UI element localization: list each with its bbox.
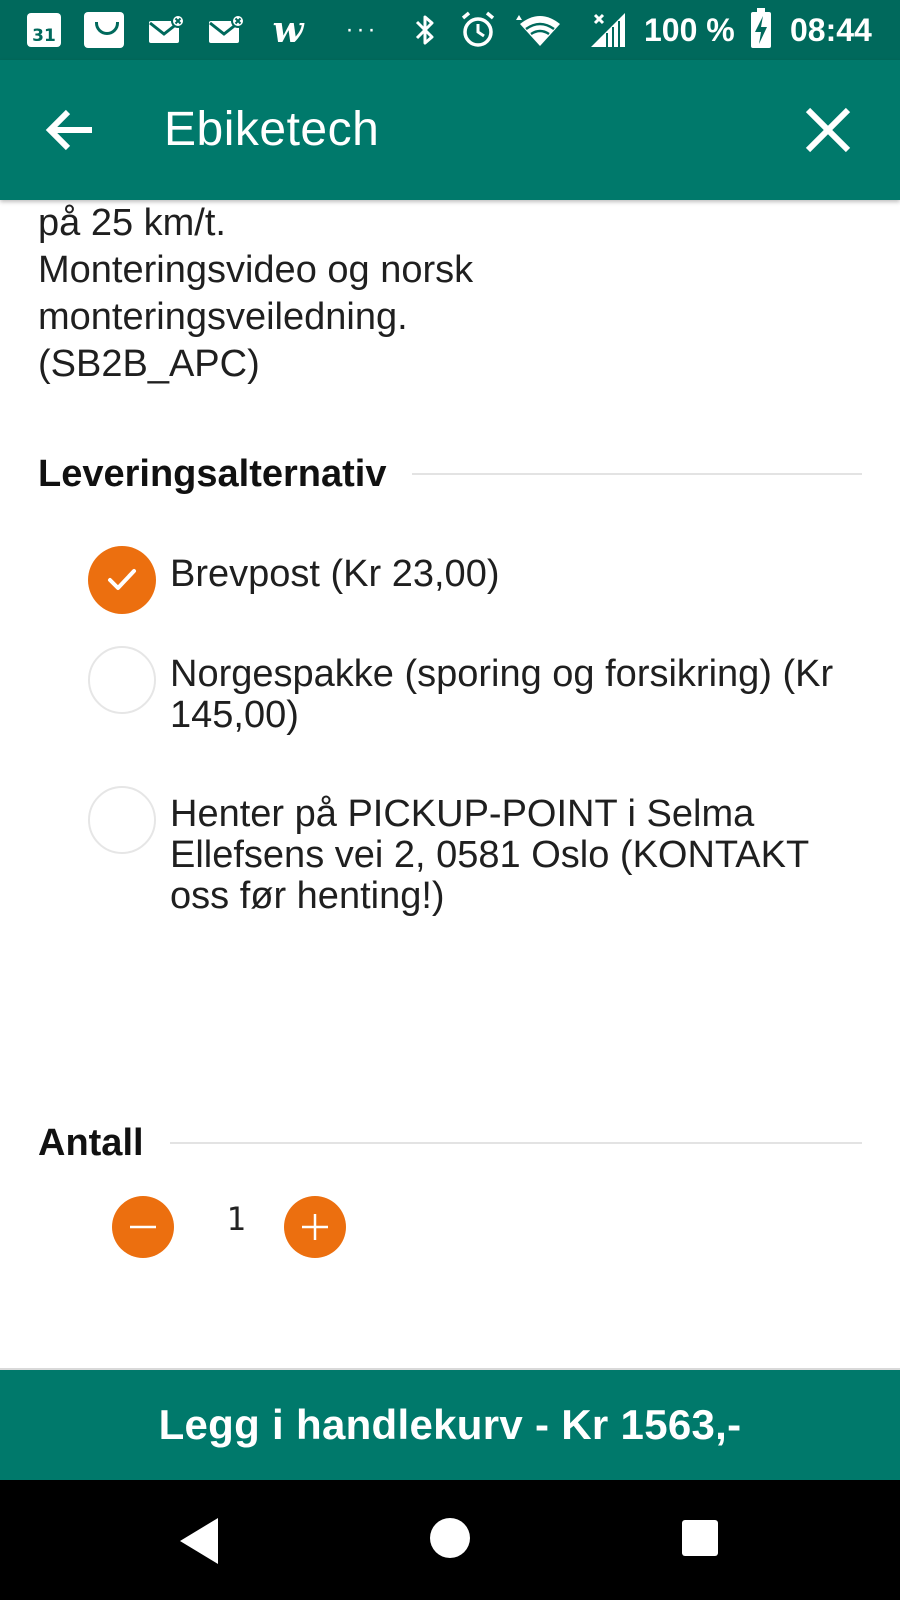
delivery-option-label: Henter på PICKUP-POINT i Selma Ellefsens… [170, 793, 809, 917]
radio-checked-icon[interactable] [88, 546, 156, 614]
calendar-day: 31 [27, 13, 61, 47]
description-line: Monteringsvideo og norsk [38, 249, 474, 291]
battery-charging-icon [749, 8, 773, 50]
divider [412, 473, 862, 475]
add-to-cart-button[interactable]: Legg i handlekurv - Kr 1563,- [0, 1368, 900, 1480]
calendar-icon: 31 [24, 10, 64, 50]
shopping-bag-icon [82, 10, 126, 50]
increase-quantity-button[interactable] [284, 1196, 346, 1258]
product-description: på 25 km/t. Monteringsvideo og norsk mon… [38, 200, 868, 388]
quantity-heading: Antall [38, 1121, 144, 1164]
w-app-icon: w [272, 9, 304, 51]
radio-unchecked-icon[interactable] [88, 646, 156, 714]
description-line: monteringsveiledning. [38, 296, 408, 338]
quantity-section-header: Antall [38, 1115, 862, 1171]
delivery-option-label: Norgespakke (sporing og forsikring) (Kr … [170, 653, 834, 736]
plus-icon [302, 1214, 328, 1240]
more-notifications-icon: ··· [345, 16, 379, 43]
divider [169, 1142, 862, 1144]
close-icon [805, 107, 851, 153]
back-button[interactable] [38, 100, 102, 164]
wifi-icon [508, 10, 566, 50]
navigation-bar [0, 1480, 900, 1600]
delivery-heading: Leveringsalternativ [38, 452, 387, 495]
page-title: Ebiketech [164, 103, 380, 156]
clock: 08:44 [790, 12, 872, 48]
add-to-cart-label: Legg i handlekurv - Kr 1563,- [158, 1401, 742, 1448]
nav-home-icon[interactable] [430, 1518, 470, 1558]
delivery-option-label: Brevpost (Kr 23,00) [170, 553, 500, 595]
quantity-value: 1 [226, 1200, 246, 1238]
mail-notification-icon [146, 10, 186, 50]
product-content[interactable]: på 25 km/t. Monteringsvideo og norsk mon… [0, 200, 900, 1366]
delivery-section-header: Leveringsalternativ [38, 446, 862, 502]
alarm-icon [455, 10, 501, 50]
bluetooth-icon [410, 10, 440, 50]
radio-unchecked-icon[interactable] [88, 786, 156, 854]
arrow-left-icon [45, 109, 92, 151]
nav-back-icon[interactable] [176, 1516, 226, 1566]
quantity-stepper: 1 [110, 1196, 410, 1260]
close-button[interactable] [796, 100, 860, 164]
app-bar: Ebiketech [0, 60, 900, 200]
minus-icon [130, 1225, 156, 1229]
nav-recent-apps-icon[interactable] [682, 1520, 718, 1556]
mail-notification-icon [206, 10, 246, 50]
signal-icon [588, 10, 628, 50]
decrease-quantity-button[interactable] [112, 1196, 174, 1258]
description-line: på 25 km/t. [38, 202, 226, 244]
status-bar: 31 w ··· 100 % 08:44 [0, 0, 900, 60]
battery-percent: 100 % [644, 12, 735, 48]
description-line: (SB2B_APC) [38, 343, 260, 385]
